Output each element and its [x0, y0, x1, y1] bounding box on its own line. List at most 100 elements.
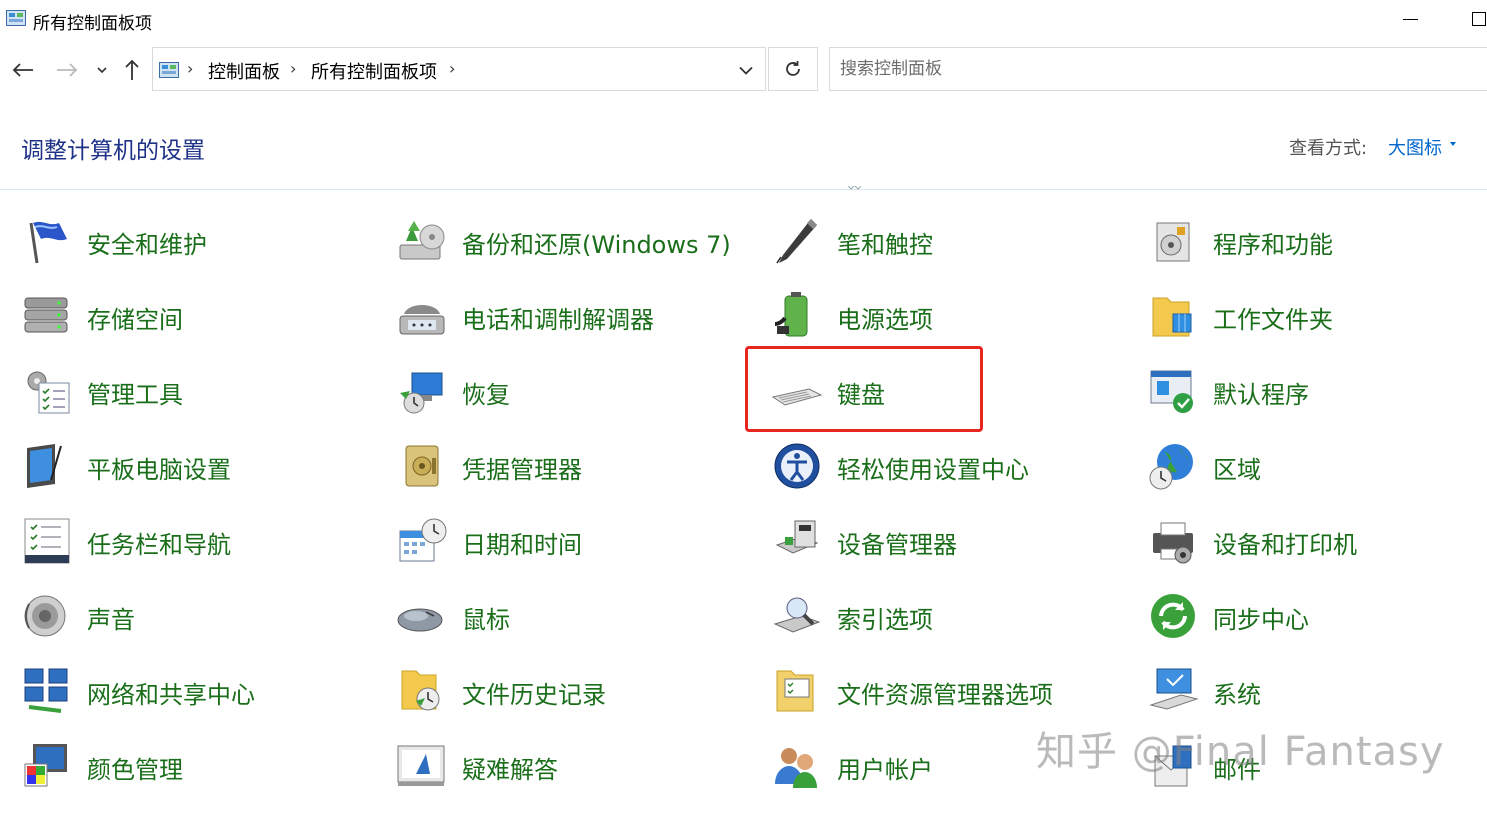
- control-panel-item[interactable]: 颜色管理: [21, 736, 381, 796]
- control-panel-item[interactable]: 默认程序: [1147, 361, 1487, 421]
- item-label[interactable]: 鼠标: [462, 600, 510, 635]
- control-panel-item[interactable]: 设备和打印机: [1147, 511, 1487, 571]
- item-label[interactable]: 设备管理器: [837, 525, 957, 560]
- control-panel-item[interactable]: 同步中心: [1147, 586, 1487, 646]
- item-label[interactable]: 区域: [1213, 450, 1261, 485]
- chevron-right-icon[interactable]: ›: [449, 59, 455, 78]
- item-label[interactable]: 索引选项: [837, 600, 933, 635]
- chevron-right-icon[interactable]: ›: [290, 59, 296, 78]
- control-panel-item[interactable]: 电源选项: [771, 286, 1131, 346]
- item-label[interactable]: 恢复: [462, 375, 510, 410]
- keyboard-highlight-box: [745, 346, 983, 432]
- taskbar-icon: [21, 515, 73, 567]
- item-label[interactable]: 用户帐户: [837, 750, 933, 785]
- arrow-up-icon: [125, 59, 139, 80]
- item-label[interactable]: 文件资源管理器选项: [837, 675, 1053, 710]
- item-label[interactable]: 平板电脑设置: [87, 450, 231, 485]
- control-panel-item[interactable]: 平板电脑设置: [21, 436, 381, 496]
- item-label[interactable]: 工作文件夹: [1213, 300, 1333, 335]
- item-label[interactable]: 轻松使用设置中心: [837, 450, 1029, 485]
- control-panel-item[interactable]: 区域: [1147, 436, 1487, 496]
- item-label[interactable]: 存储空间: [87, 300, 183, 335]
- control-panel-item[interactable]: 管理工具: [21, 361, 381, 421]
- control-panel-item[interactable]: 笔和触控: [771, 211, 1131, 271]
- tablet-icon: [21, 440, 73, 492]
- item-label[interactable]: 设备和打印机: [1213, 525, 1357, 560]
- maximize-button[interactable]: [1447, 6, 1487, 34]
- troubleshooting-icon: [396, 740, 448, 792]
- item-label[interactable]: 疑难解答: [462, 750, 558, 785]
- page-title: 调整计算机的设置: [21, 138, 205, 164]
- control-panel-item[interactable]: 日期和时间: [396, 511, 756, 571]
- item-label[interactable]: 颜色管理: [87, 750, 183, 785]
- control-panel-item[interactable]: 疑难解答: [396, 736, 756, 796]
- chevron-right-icon[interactable]: ›: [187, 59, 193, 78]
- breadcrumb-all-items[interactable]: 所有控制面板项: [311, 58, 437, 84]
- work-folders-icon: [1147, 290, 1199, 342]
- network-icon: [21, 665, 73, 717]
- control-panel-item[interactable]: 电话和调制解调器: [396, 286, 756, 346]
- item-label[interactable]: 系统: [1213, 675, 1261, 710]
- control-panel-item[interactable]: 设备管理器: [771, 511, 1131, 571]
- control-panel-item[interactable]: 任务栏和导航: [21, 511, 381, 571]
- item-label[interactable]: 声音: [87, 600, 135, 635]
- back-button[interactable]: [6, 54, 40, 86]
- title-bar: 所有控制面板项: [0, 0, 1487, 40]
- item-label[interactable]: 笔和触控: [837, 225, 933, 260]
- search-box[interactable]: [829, 47, 1487, 91]
- pen-icon: [771, 215, 823, 267]
- address-bar[interactable]: › 控制面板 › 所有控制面板项 ›: [152, 47, 766, 91]
- item-label[interactable]: 程序和功能: [1213, 225, 1333, 260]
- item-label[interactable]: 管理工具: [87, 375, 183, 410]
- item-label[interactable]: 网络和共享中心: [87, 675, 255, 710]
- admin-tools-icon: [21, 365, 73, 417]
- recent-locations-button[interactable]: [92, 54, 112, 86]
- device-manager-icon: [771, 515, 823, 567]
- speaker-icon: [21, 590, 73, 642]
- header-divider: [0, 189, 1487, 190]
- control-panel-item[interactable]: 文件历史记录: [396, 661, 756, 721]
- window-title: 所有控制面板项: [33, 14, 152, 34]
- item-label[interactable]: 默认程序: [1213, 375, 1309, 410]
- search-input[interactable]: [830, 48, 1487, 90]
- item-label[interactable]: 日期和时间: [462, 525, 582, 560]
- chevron-down-icon: [97, 67, 107, 74]
- item-label[interactable]: 安全和维护: [87, 225, 207, 260]
- control-panel-item[interactable]: 轻松使用设置中心: [771, 436, 1131, 496]
- control-panel-item[interactable]: 网络和共享中心: [21, 661, 381, 721]
- refresh-button[interactable]: [768, 47, 818, 91]
- item-label[interactable]: 电话和调制解调器: [462, 300, 654, 335]
- color-management-icon: [21, 740, 73, 792]
- control-panel-item[interactable]: 系统: [1147, 661, 1487, 721]
- recovery-icon: [396, 365, 448, 417]
- address-dropdown-button[interactable]: [731, 58, 761, 82]
- item-label[interactable]: 文件历史记录: [462, 675, 606, 710]
- control-panel-item[interactable]: 恢复: [396, 361, 756, 421]
- control-panel-item[interactable]: 程序和功能: [1147, 211, 1487, 271]
- control-panel-item[interactable]: 凭据管理器: [396, 436, 756, 496]
- control-panel-item[interactable]: 文件资源管理器选项: [771, 661, 1131, 721]
- control-panel-item[interactable]: 索引选项: [771, 586, 1131, 646]
- breadcrumb-control-panel[interactable]: 控制面板: [208, 58, 280, 84]
- control-panel-item[interactable]: 工作文件夹: [1147, 286, 1487, 346]
- phone-modem-icon: [396, 290, 448, 342]
- item-label[interactable]: 电源选项: [837, 300, 933, 335]
- indexing-icon: [771, 590, 823, 642]
- minimize-button[interactable]: [1390, 6, 1430, 34]
- view-by-dropdown[interactable]: 大图标: [1388, 134, 1442, 160]
- item-label[interactable]: 备份和还原(Windows 7): [462, 225, 731, 260]
- programs-icon: [1147, 215, 1199, 267]
- caret-down-icon[interactable]: [1450, 142, 1456, 146]
- control-panel-item[interactable]: 存储空间: [21, 286, 381, 346]
- item-label[interactable]: 凭据管理器: [462, 450, 582, 485]
- printer-icon: [1147, 515, 1199, 567]
- control-panel-item[interactable]: 鼠标: [396, 586, 756, 646]
- storage-icon: [21, 290, 73, 342]
- control-panel-item[interactable]: 安全和维护: [21, 211, 381, 271]
- control-panel-item[interactable]: 声音: [21, 586, 381, 646]
- item-label[interactable]: 同步中心: [1213, 600, 1309, 635]
- up-button[interactable]: [118, 54, 146, 86]
- forward-button[interactable]: [50, 54, 84, 86]
- item-label[interactable]: 任务栏和导航: [87, 525, 231, 560]
- control-panel-item[interactable]: 备份和还原(Windows 7): [396, 211, 756, 271]
